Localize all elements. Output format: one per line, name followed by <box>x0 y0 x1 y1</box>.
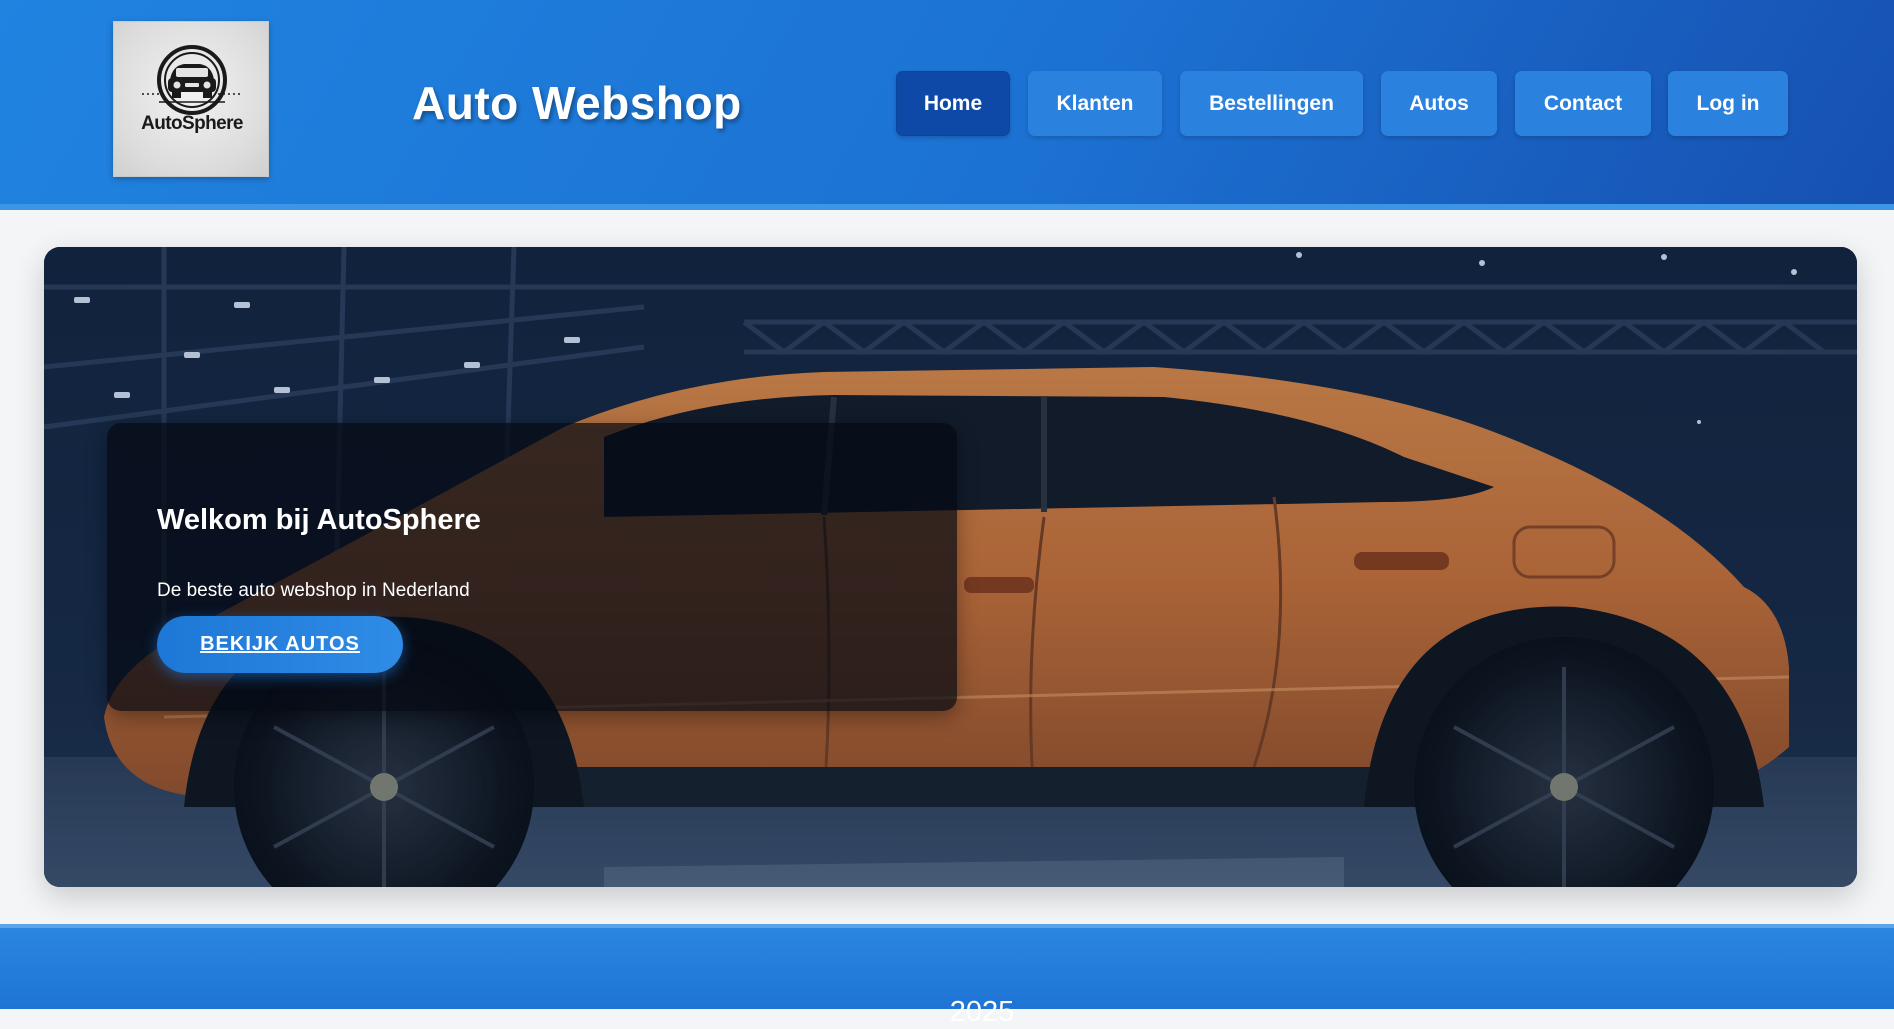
hero-subtitle: De beste auto webshop in Nederland <box>157 580 470 601</box>
hero-title: Welkom bij AutoSphere <box>157 504 481 536</box>
view-cars-button[interactable]: BEKIJK AUTOS <box>157 616 403 673</box>
hero-banner: Welkom bij AutoSphere De beste auto webs… <box>44 247 1857 887</box>
footer-year: 2025 <box>949 996 1015 1028</box>
car-emblem-icon <box>142 45 242 115</box>
nav-home-button[interactable]: Home <box>896 71 1010 136</box>
hero-welcome-card: Welkom bij AutoSphere De beste auto webs… <box>107 423 957 711</box>
logo-wordmark: AutoSphere <box>141 113 243 134</box>
nav-autos-button[interactable]: Autos <box>1381 71 1497 136</box>
site-footer: 2025 <box>0 924 1894 1028</box>
nav-klanten-button[interactable]: Klanten <box>1028 71 1162 136</box>
nav-login-button[interactable]: Log in <box>1668 71 1788 136</box>
autosphere-logo[interactable]: AutoSphere <box>113 21 269 177</box>
site-title: Auto Webshop <box>412 77 742 129</box>
nav-bestellingen-button[interactable]: Bestellingen <box>1180 71 1363 136</box>
nav-contact-button[interactable]: Contact <box>1515 71 1651 136</box>
site-header: AutoSphere Auto Webshop Home Klanten Bes… <box>0 0 1894 210</box>
